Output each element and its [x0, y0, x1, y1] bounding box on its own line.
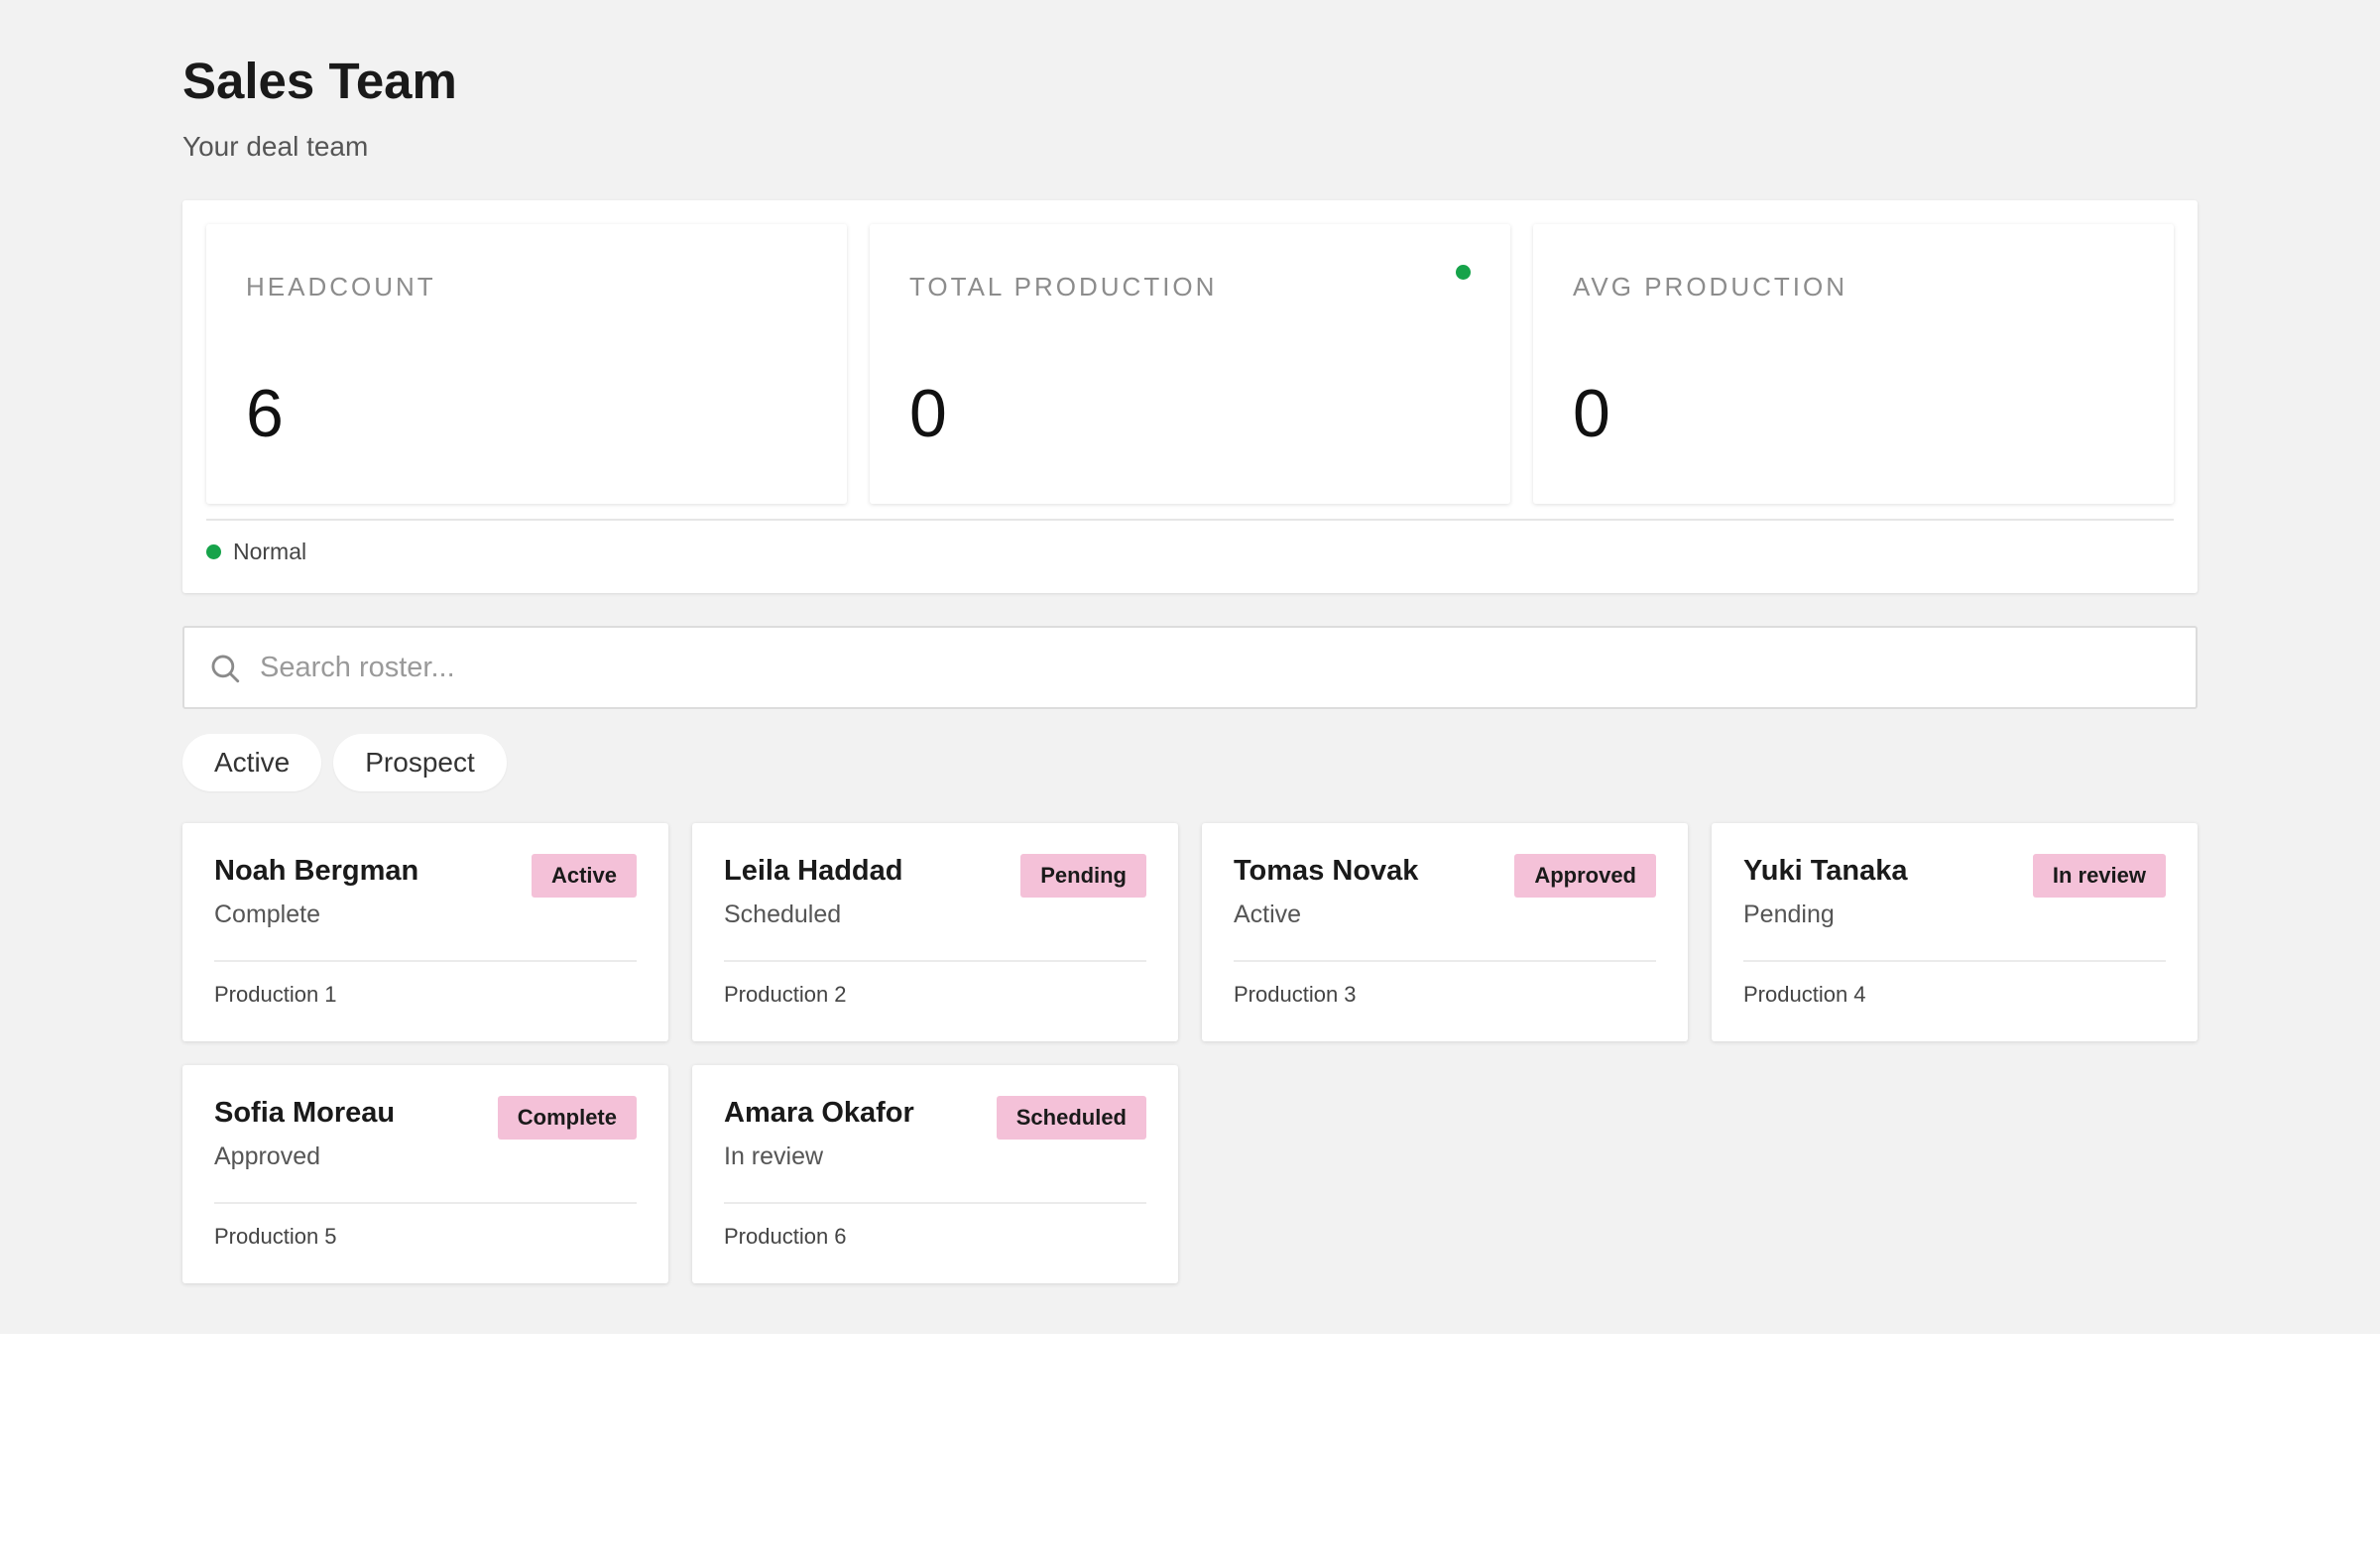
member-status: In review	[724, 1142, 824, 1170]
divider	[214, 1202, 637, 1204]
status-badge: Approved	[1514, 854, 1656, 898]
stat-value: 0	[1573, 376, 1610, 451]
filter-chip-active[interactable]: Active	[182, 734, 322, 791]
divider	[724, 1202, 1146, 1204]
member-production: Production 3	[1234, 982, 1357, 1007]
status-badge: Complete	[497, 1096, 637, 1140]
member-card[interactable]: Sofia Moreau Complete Approved Productio…	[182, 1065, 668, 1283]
status-badge: Pending	[1020, 854, 1146, 898]
member-card[interactable]: Noah Bergman Active Complete Production …	[182, 823, 668, 1041]
divider	[214, 960, 637, 962]
status-dot-icon	[206, 544, 221, 559]
member-card[interactable]: Amara Okafor Scheduled In review Product…	[692, 1065, 1178, 1283]
page-title: Sales Team	[182, 53, 457, 109]
stat-card-total-production: TOTAL PRODUCTION 0	[870, 224, 1510, 504]
member-status: Complete	[214, 901, 320, 928]
member-card[interactable]: Yuki Tanaka In review Pending Production…	[1712, 823, 2198, 1041]
filter-chip-prospect[interactable]: Prospect	[333, 734, 507, 791]
member-name: Leila Haddad	[724, 855, 903, 887]
status-badge: Active	[531, 854, 637, 898]
stat-value: 0	[909, 376, 947, 451]
member-status: Active	[1234, 901, 1302, 928]
stat-card-headcount: HEADCOUNT 6	[206, 224, 847, 504]
status-indicator: Normal	[206, 539, 306, 565]
member-name: Yuki Tanaka	[1743, 855, 1908, 887]
divider	[724, 960, 1146, 962]
member-card[interactable]: Leila Haddad Pending Scheduled Productio…	[692, 823, 1178, 1041]
member-production: Production 5	[214, 1224, 337, 1249]
stat-card-avg-production: AVG PRODUCTION 0	[1533, 224, 2174, 504]
member-status: Scheduled	[724, 901, 842, 928]
member-production: Production 6	[724, 1224, 847, 1249]
status-badge: In review	[2032, 854, 2166, 898]
search-input[interactable]	[260, 628, 2174, 707]
search-icon	[211, 655, 240, 683]
status-badge: Scheduled	[996, 1096, 1146, 1140]
page-subtitle: Your deal team	[182, 131, 369, 162]
member-production: Production 4	[1743, 982, 1866, 1007]
stat-label: AVG PRODUCTION	[1573, 272, 1847, 301]
stat-label: TOTAL PRODUCTION	[909, 272, 1218, 301]
member-status: Pending	[1743, 901, 1835, 928]
page-background: Sales Team Your deal team HEADCOUNT 6 TO…	[0, 0, 2380, 1334]
member-production: Production 1	[214, 982, 337, 1007]
member-name: Noah Bergman	[214, 855, 419, 887]
status-text: Normal	[233, 539, 307, 564]
member-name: Sofia Moreau	[214, 1097, 396, 1129]
search-box[interactable]	[182, 626, 2198, 709]
filter-chips: Active Prospect	[182, 734, 507, 791]
member-card[interactable]: Tomas Novak Approved Active Production 3	[1202, 823, 1688, 1041]
stat-label: HEADCOUNT	[246, 272, 436, 301]
member-name: Amara Okafor	[724, 1097, 914, 1129]
divider	[1234, 960, 1656, 962]
summary-panel: HEADCOUNT 6 TOTAL PRODUCTION 0 AVG PRODU…	[182, 200, 2198, 593]
member-production: Production 2	[724, 982, 847, 1007]
member-name: Tomas Novak	[1234, 855, 1419, 887]
divider	[206, 519, 2174, 521]
member-status: Approved	[214, 1142, 321, 1170]
status-dot-icon	[1456, 265, 1471, 280]
stat-value: 6	[246, 376, 284, 451]
divider	[1743, 960, 2166, 962]
